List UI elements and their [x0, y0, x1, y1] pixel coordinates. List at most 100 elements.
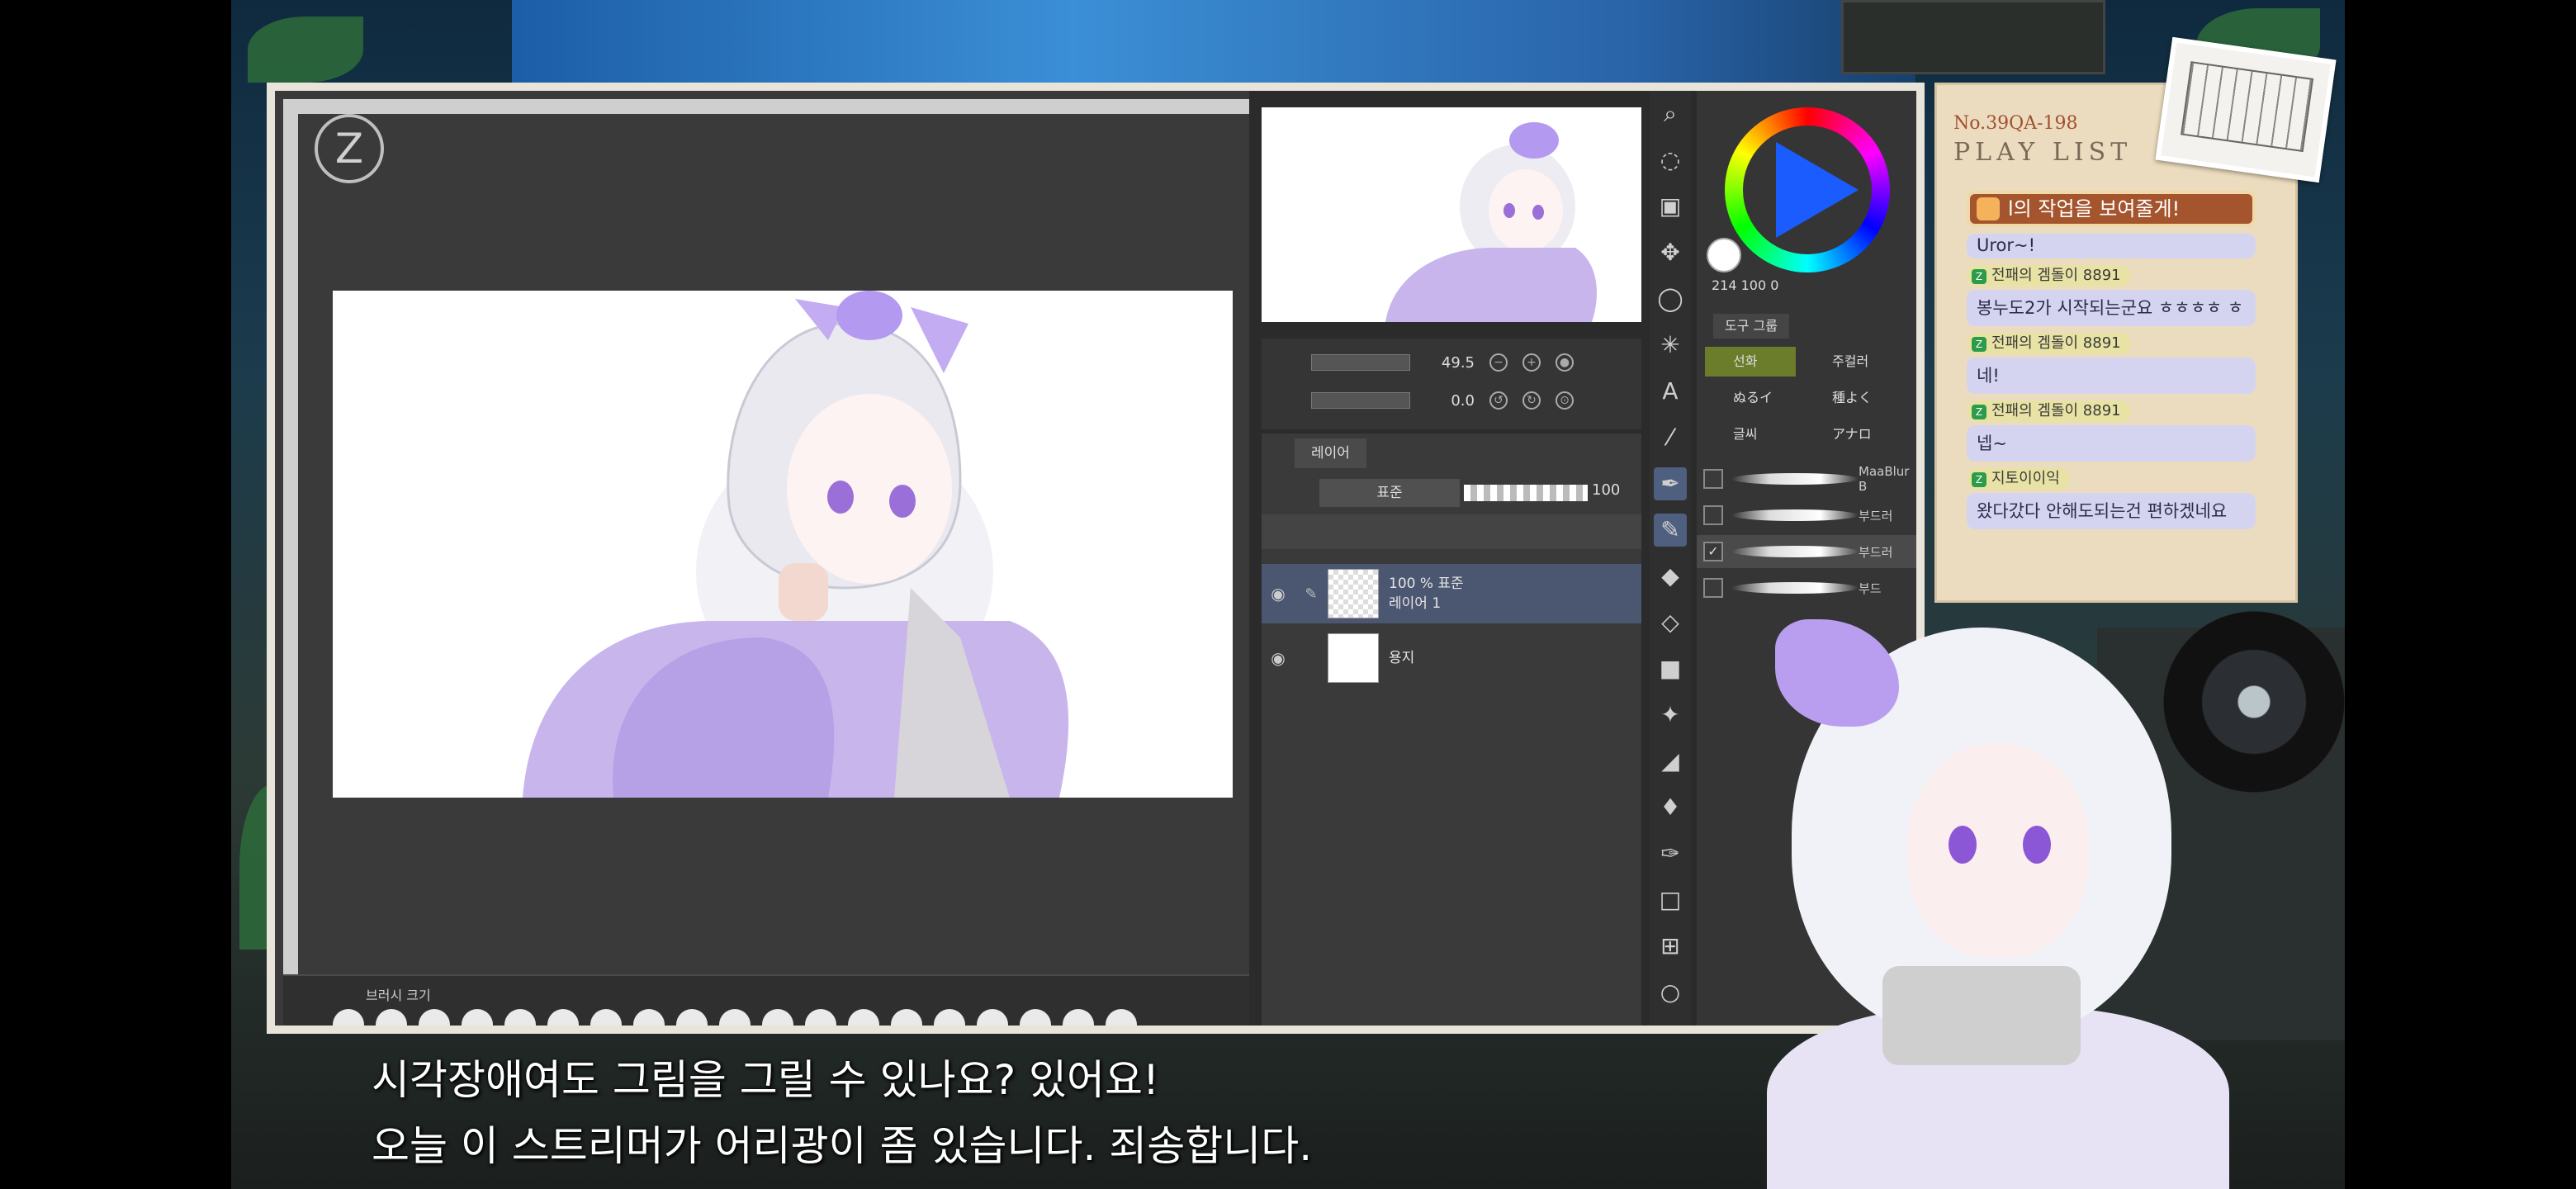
- rotate-slider[interactable]: [1311, 392, 1410, 409]
- canvas-area[interactable]: Z 브러시 크기: [275, 91, 1249, 1026]
- brush-size-option[interactable]: [977, 1009, 1008, 1026]
- eyedropper-icon[interactable]: ⁄: [1654, 421, 1687, 454]
- brush-size-option[interactable]: [934, 1009, 965, 1026]
- blend-mode-select[interactable]: 표준: [1319, 479, 1460, 507]
- ruler-tool-icon[interactable]: ◢: [1654, 745, 1687, 778]
- brush-size-option[interactable]: [419, 1009, 450, 1026]
- artwork-illustration: [523, 291, 1069, 798]
- avatar-eye: [1949, 826, 1977, 864]
- chat-text: 봉누도2가 시작되는군요 ㅎㅎㅎㅎ ㅎ: [1967, 290, 2256, 326]
- brush-size-option[interactable]: [633, 1009, 665, 1026]
- figure-tool-icon[interactable]: ✦: [1654, 699, 1687, 732]
- layer-tab[interactable]: 레이어: [1295, 438, 1366, 468]
- brush-row[interactable]: 부드: [1697, 571, 1916, 604]
- brush-size-options[interactable]: [333, 1009, 1137, 1026]
- brush-row[interactable]: 부드러: [1697, 499, 1916, 532]
- building-sketch: [2181, 61, 2314, 153]
- brush-size-option[interactable]: [333, 1009, 364, 1026]
- magic-wand-icon[interactable]: ✳: [1654, 329, 1687, 362]
- layer-tool-row[interactable]: [1262, 514, 1641, 549]
- chat-badge-icon: Z: [1972, 472, 1986, 487]
- playlist-title: PLAY LIST: [1953, 138, 2133, 167]
- fit-icon[interactable]: ●: [1556, 353, 1574, 372]
- paint-app-window: Z 브러시 크기 49.5 − + ● 0.0 ↺ ↻ ⊙ 레이어 표준 100…: [267, 83, 1925, 1034]
- current-color-swatch[interactable]: [1707, 238, 1741, 272]
- brush-checkbox[interactable]: [1703, 469, 1723, 489]
- zoom-in-icon[interactable]: +: [1522, 353, 1541, 372]
- eraser-icon[interactable]: ◇: [1654, 606, 1687, 639]
- brush-checkbox[interactable]: [1703, 505, 1723, 525]
- zoom-tool-icon[interactable]: ⌕: [1654, 97, 1687, 130]
- color-wheel[interactable]: [1725, 107, 1890, 272]
- pen-tool-icon[interactable]: ✒: [1654, 467, 1687, 500]
- blend-tool-icon[interactable]: ♦: [1654, 791, 1687, 824]
- brush-size-option[interactable]: [848, 1009, 879, 1026]
- operation-tool-icon[interactable]: ▣: [1654, 190, 1687, 223]
- brush-size-option[interactable]: [376, 1009, 407, 1026]
- layer-row[interactable]: ◉ 용지: [1262, 628, 1641, 688]
- navigator-controls: 49.5 − + ● 0.0 ↺ ↻ ⊙: [1262, 339, 1641, 429]
- brush-size-option[interactable]: [1063, 1009, 1094, 1026]
- vector-tool-icon[interactable]: ✑: [1654, 837, 1687, 870]
- chat-badge-icon: Z: [1972, 337, 1986, 352]
- brush-size-option[interactable]: [462, 1009, 493, 1026]
- move-tool-icon[interactable]: ✥: [1654, 236, 1687, 269]
- grid-icon[interactable]: ⊞: [1654, 930, 1687, 963]
- layer-opacity-value: 100: [1592, 481, 1621, 499]
- text-tool-icon[interactable]: A: [1654, 375, 1687, 408]
- visibility-eye-icon[interactable]: ◉: [1262, 648, 1295, 668]
- chat-username-text: 지토이이익: [1991, 470, 2060, 487]
- brush-checkbox[interactable]: [1703, 578, 1723, 598]
- brush-size-option[interactable]: [891, 1009, 922, 1026]
- background-radio: [1841, 0, 2105, 74]
- reset-rotate-icon[interactable]: ⊙: [1556, 391, 1574, 410]
- color-triangle[interactable]: [1776, 142, 1859, 238]
- brush-name: MaaBlur B: [1859, 464, 1910, 494]
- brush-name: 부드: [1859, 580, 1882, 596]
- paint-app-content: Z 브러시 크기 49.5 − + ● 0.0 ↺ ↻ ⊙ 레이어 표준 100…: [275, 91, 1916, 1026]
- brush-tool-icon[interactable]: ✎: [1654, 514, 1687, 547]
- balloon-icon[interactable]: ○: [1654, 976, 1687, 1009]
- hsv-readout: 214 100 0: [1712, 277, 1779, 293]
- tool-item[interactable]: 글씨: [1705, 419, 1796, 449]
- brush-size-option[interactable]: [590, 1009, 622, 1026]
- brush-size-option[interactable]: [504, 1009, 536, 1026]
- lasso-tool-icon[interactable]: ◯: [1654, 282, 1687, 315]
- brush-row[interactable]: MaaBlur B: [1697, 462, 1916, 495]
- brush-size-option[interactable]: [676, 1009, 708, 1026]
- tool-group-tab[interactable]: 도구 그룹: [1713, 314, 1789, 339]
- zoom-slider[interactable]: [1311, 354, 1410, 371]
- rotate-left-icon[interactable]: ↺: [1489, 391, 1508, 410]
- zoom-out-icon[interactable]: −: [1489, 353, 1508, 372]
- artwork-canvas[interactable]: [333, 291, 1233, 798]
- tool-item[interactable]: アナロ: [1804, 419, 1903, 449]
- brush-size-option[interactable]: [1106, 1009, 1137, 1026]
- fill-tool-icon[interactable]: ◆: [1654, 560, 1687, 593]
- brush-size-palette[interactable]: 브러시 크기: [283, 974, 1249, 1026]
- brush-size-option[interactable]: [719, 1009, 751, 1026]
- layer-row[interactable]: ◉ ✎ 100 % 표준 레이어 1: [1262, 564, 1641, 623]
- main-color-icon[interactable]: □: [1654, 883, 1687, 917]
- layer-panel: 레이어 표준 100 ◉ ✎ 100 % 표준 레이어 1 ◉ 용지: [1262, 433, 1641, 1026]
- navigator-preview[interactable]: [1262, 107, 1641, 322]
- visibility-eye-icon[interactable]: ◉: [1262, 584, 1295, 604]
- brush-size-option[interactable]: [547, 1009, 579, 1026]
- layer-opacity-slider[interactable]: [1464, 485, 1588, 501]
- brush-size-option[interactable]: [805, 1009, 836, 1026]
- vtuber-avatar: [1717, 611, 2246, 1189]
- tool-item[interactable]: 선화: [1705, 347, 1796, 377]
- brush-checkbox[interactable]: ✓: [1703, 542, 1723, 561]
- brush-size-option[interactable]: [1020, 1009, 1051, 1026]
- tool-item[interactable]: 주컬러: [1804, 347, 1903, 377]
- chat-username: Z 전패의 겜돌이 8891: [1967, 333, 2131, 354]
- background-leaf: [248, 17, 363, 83]
- rotate-tool-icon[interactable]: ◌: [1654, 144, 1687, 177]
- chat-text: 넵~: [1967, 425, 2256, 462]
- brush-row[interactable]: ✓ 부드러: [1697, 535, 1916, 568]
- gradient-icon[interactable]: ■: [1654, 652, 1687, 685]
- chat-username: Z 전패의 겜돌이 8891: [1967, 400, 2131, 422]
- tool-item[interactable]: ぬるイ: [1705, 383, 1796, 413]
- tool-item[interactable]: 種よく: [1804, 383, 1903, 413]
- brush-size-option[interactable]: [762, 1009, 793, 1026]
- rotate-right-icon[interactable]: ↻: [1522, 391, 1541, 410]
